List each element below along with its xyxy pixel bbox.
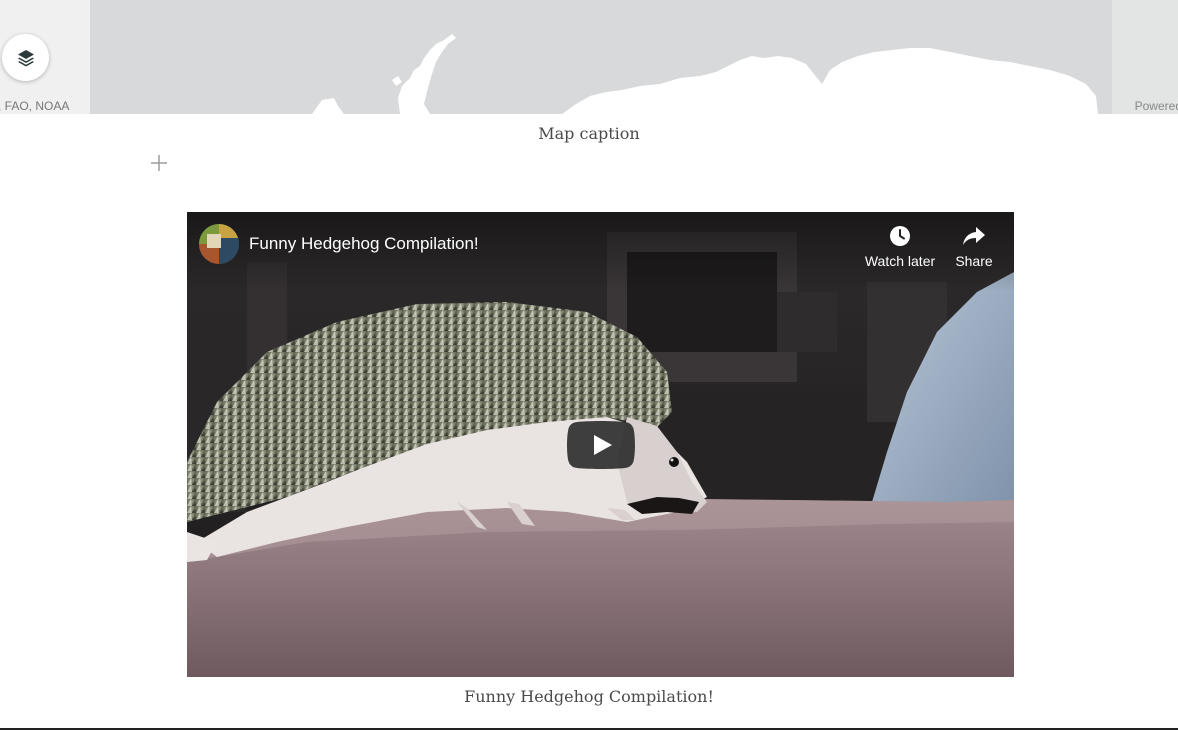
video-title-link[interactable]: Funny Hedgehog Compilation! [249, 234, 479, 254]
video-embed[interactable]: Funny Hedgehog Compilation! Watch later … [187, 212, 1014, 677]
share-arrow-icon [963, 227, 985, 245]
channel-avatar[interactable] [199, 224, 239, 264]
antarctica-landmass [312, 34, 1098, 114]
share-label: Share [955, 253, 993, 269]
watch-later-button[interactable]: Watch later [863, 224, 937, 269]
map-caption[interactable]: Map caption [0, 124, 1178, 143]
channel-avatar-image [199, 224, 239, 264]
watch-later-label: Watch later [864, 253, 936, 269]
page: , FAO, NOAA Powered Map caption Funny He… [0, 0, 1178, 730]
layers-icon [17, 49, 34, 66]
map-powered-by[interactable]: Powered [1135, 98, 1178, 114]
video-caption[interactable]: Funny Hedgehog Compilation! [0, 687, 1178, 706]
clock-icon [890, 226, 910, 246]
plus-icon [151, 155, 167, 171]
play-button[interactable] [567, 421, 635, 469]
map-embed[interactable]: , FAO, NOAA Powered [0, 0, 1178, 114]
play-icon [567, 421, 635, 469]
add-block-button[interactable] [149, 153, 169, 173]
map-attribution[interactable]: , FAO, NOAA [0, 98, 75, 114]
share-button[interactable]: Share [951, 224, 997, 269]
layers-button[interactable] [2, 34, 49, 81]
